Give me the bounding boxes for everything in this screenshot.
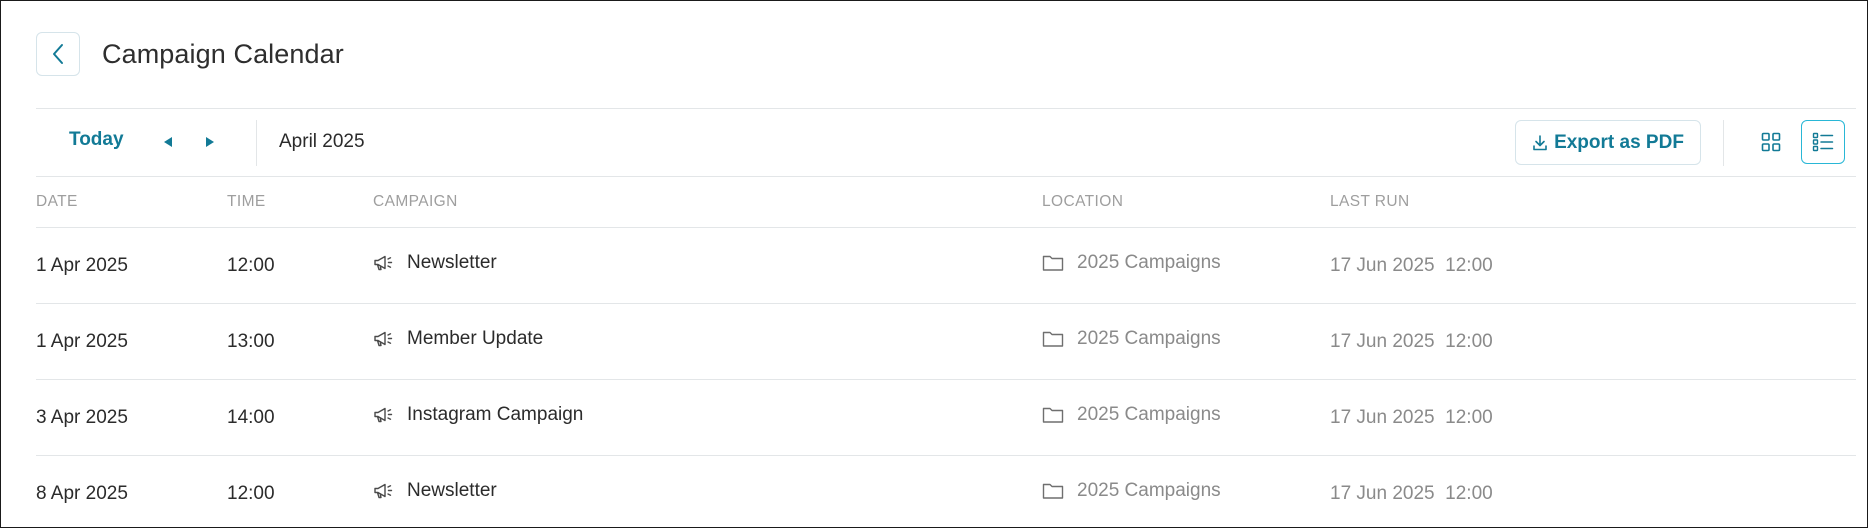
date-cell: 1 Apr 2025 bbox=[36, 255, 128, 276]
date-cell: 3 Apr 2025 bbox=[36, 407, 128, 428]
table-row[interactable]: 8 Apr 2025 12:00 Newsletter 2025 Campaig… bbox=[36, 456, 1856, 532]
campaign-cell[interactable]: Member Update bbox=[373, 328, 543, 350]
campaign-cell[interactable]: Newsletter bbox=[373, 480, 497, 502]
list-view-button[interactable] bbox=[1801, 120, 1845, 164]
date-cell: 8 Apr 2025 bbox=[36, 483, 128, 504]
campaign-name: Newsletter bbox=[407, 252, 497, 273]
campaign-cell[interactable]: Instagram Campaign bbox=[373, 404, 583, 426]
megaphone-icon bbox=[373, 482, 395, 500]
last-run-cell: 17 Jun 2025 12:00 bbox=[1330, 255, 1493, 276]
time-cell: 12:00 bbox=[227, 483, 275, 504]
page-header: Campaign Calendar bbox=[36, 32, 344, 76]
location-cell[interactable]: 2025 Campaigns bbox=[1042, 480, 1221, 502]
date-cell: 1 Apr 2025 bbox=[36, 331, 128, 352]
download-icon bbox=[1532, 134, 1548, 151]
folder-icon bbox=[1042, 406, 1064, 424]
campaign-table: DATE TIME CAMPAIGN LOCATION LAST RUN 1 A… bbox=[36, 177, 1856, 532]
toolbar-divider bbox=[1723, 120, 1724, 166]
folder-icon bbox=[1042, 254, 1064, 272]
calendar-toolbar: Today April 2025 Export as PDF bbox=[36, 108, 1856, 177]
grid-view-button[interactable] bbox=[1749, 120, 1793, 164]
caret-left-icon bbox=[163, 136, 173, 148]
location-name: 2025 Campaigns bbox=[1077, 328, 1221, 349]
campaign-calendar-window: Campaign Calendar Today April 2025 Expor… bbox=[0, 0, 1868, 528]
previous-month-button[interactable] bbox=[160, 134, 176, 150]
location-name: 2025 Campaigns bbox=[1077, 480, 1221, 501]
last-run-cell: 17 Jun 2025 12:00 bbox=[1330, 407, 1493, 428]
column-header-campaign: CAMPAIGN bbox=[373, 193, 458, 210]
table-row[interactable]: 3 Apr 2025 14:00 Instagram Campaign 2025… bbox=[36, 380, 1856, 456]
location-cell[interactable]: 2025 Campaigns bbox=[1042, 252, 1221, 274]
location-cell[interactable]: 2025 Campaigns bbox=[1042, 404, 1221, 426]
export-pdf-button[interactable]: Export as PDF bbox=[1515, 120, 1701, 165]
last-run-cell: 17 Jun 2025 12:00 bbox=[1330, 483, 1493, 504]
location-cell[interactable]: 2025 Campaigns bbox=[1042, 328, 1221, 350]
chevron-left-icon bbox=[51, 43, 65, 65]
column-header-location: LOCATION bbox=[1042, 193, 1124, 210]
table-row[interactable]: 1 Apr 2025 12:00 Newsletter 2025 Campaig… bbox=[36, 228, 1856, 304]
megaphone-icon bbox=[373, 254, 395, 272]
location-name: 2025 Campaigns bbox=[1077, 252, 1221, 273]
folder-icon bbox=[1042, 330, 1064, 348]
column-header-last-run: LAST RUN bbox=[1330, 193, 1410, 210]
grid-view-icon bbox=[1761, 132, 1781, 152]
last-run-cell: 17 Jun 2025 12:00 bbox=[1330, 331, 1493, 352]
caret-right-icon bbox=[205, 136, 215, 148]
back-button[interactable] bbox=[36, 32, 80, 76]
time-cell: 13:00 bbox=[227, 331, 275, 352]
column-header-date: DATE bbox=[36, 193, 78, 210]
folder-icon bbox=[1042, 482, 1064, 500]
export-pdf-label: Export as PDF bbox=[1554, 131, 1684, 153]
time-cell: 14:00 bbox=[227, 407, 275, 428]
campaign-name: Newsletter bbox=[407, 480, 497, 501]
campaign-cell[interactable]: Newsletter bbox=[373, 252, 497, 274]
campaign-name: Member Update bbox=[407, 328, 544, 349]
location-name: 2025 Campaigns bbox=[1077, 404, 1221, 425]
toolbar-divider bbox=[256, 120, 257, 166]
table-header: DATE TIME CAMPAIGN LOCATION LAST RUN bbox=[36, 177, 1856, 228]
table-row[interactable]: 1 Apr 2025 13:00 Member Update 2025 Camp… bbox=[36, 304, 1856, 380]
list-view-icon bbox=[1812, 132, 1834, 152]
next-month-button[interactable] bbox=[202, 134, 218, 150]
column-header-time: TIME bbox=[227, 193, 266, 210]
today-button[interactable]: Today bbox=[69, 129, 124, 151]
megaphone-icon bbox=[373, 330, 395, 348]
campaign-name: Instagram Campaign bbox=[407, 404, 584, 425]
page-title: Campaign Calendar bbox=[102, 38, 344, 69]
time-cell: 12:00 bbox=[227, 255, 275, 276]
current-month-label: April 2025 bbox=[279, 131, 365, 152]
megaphone-icon bbox=[373, 406, 395, 424]
